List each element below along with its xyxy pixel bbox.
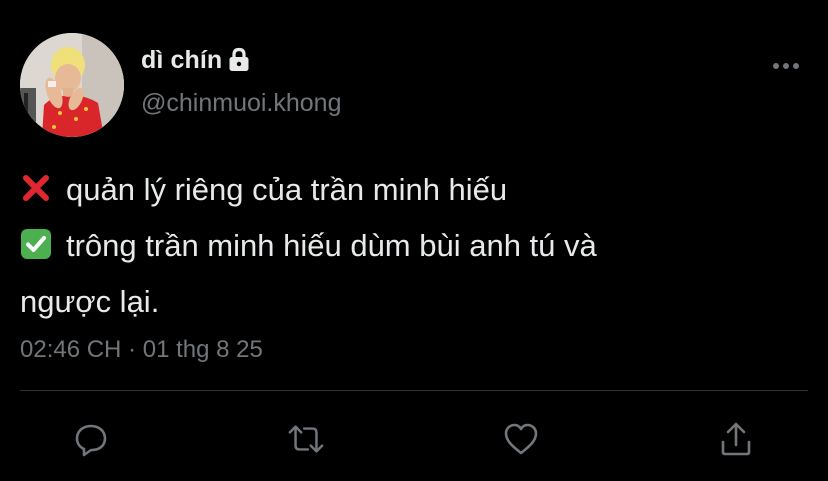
heart-icon bbox=[504, 423, 538, 455]
tweet-text: quản lý riêng của trần minh hiếu trông t… bbox=[20, 162, 790, 330]
display-name[interactable]: dì chín bbox=[141, 46, 222, 75]
tweet-line: quản lý riêng của trần minh hiếu bbox=[20, 162, 790, 218]
tweet-time: 02:46 CH bbox=[20, 336, 122, 363]
tweet-line: trông trần minh hiếu dùm bùi anh tú và bbox=[20, 218, 790, 274]
timestamp-separator: · bbox=[128, 336, 137, 363]
avatar-photo bbox=[20, 33, 124, 137]
tweet-line-text: quản lý riêng của trần minh hiếu bbox=[66, 172, 508, 207]
lock-icon bbox=[226, 46, 252, 74]
share-button[interactable] bbox=[717, 420, 755, 458]
tweet-line-text: ngược lại. bbox=[20, 284, 160, 319]
reply-button[interactable] bbox=[72, 420, 110, 458]
share-icon bbox=[721, 422, 751, 456]
check-mark-button-emoji bbox=[20, 222, 52, 259]
avatar[interactable] bbox=[20, 33, 124, 137]
tweet-card: dì chín @chinmuoi.khong quản lý riêng củ… bbox=[0, 0, 828, 481]
like-button[interactable] bbox=[502, 420, 540, 458]
speech-bubble-icon bbox=[75, 424, 107, 457]
timestamp[interactable]: 02:46 CH · 01 thg 8 25 bbox=[20, 336, 263, 364]
retweet-icon bbox=[288, 425, 324, 453]
display-name-row: dì chín bbox=[141, 44, 252, 76]
cross-mark-emoji bbox=[20, 166, 52, 201]
tweet-line: ngược lại. bbox=[20, 274, 790, 330]
retweet-button[interactable] bbox=[287, 420, 325, 458]
more-options-icon[interactable] bbox=[770, 52, 802, 80]
divider bbox=[20, 390, 808, 391]
tweet-date: 01 thg 8 25 bbox=[142, 336, 263, 363]
user-handle[interactable]: @chinmuoi.khong bbox=[141, 89, 342, 118]
tweet-line-text: trông trần minh hiếu dùm bùi anh tú và bbox=[66, 228, 597, 263]
